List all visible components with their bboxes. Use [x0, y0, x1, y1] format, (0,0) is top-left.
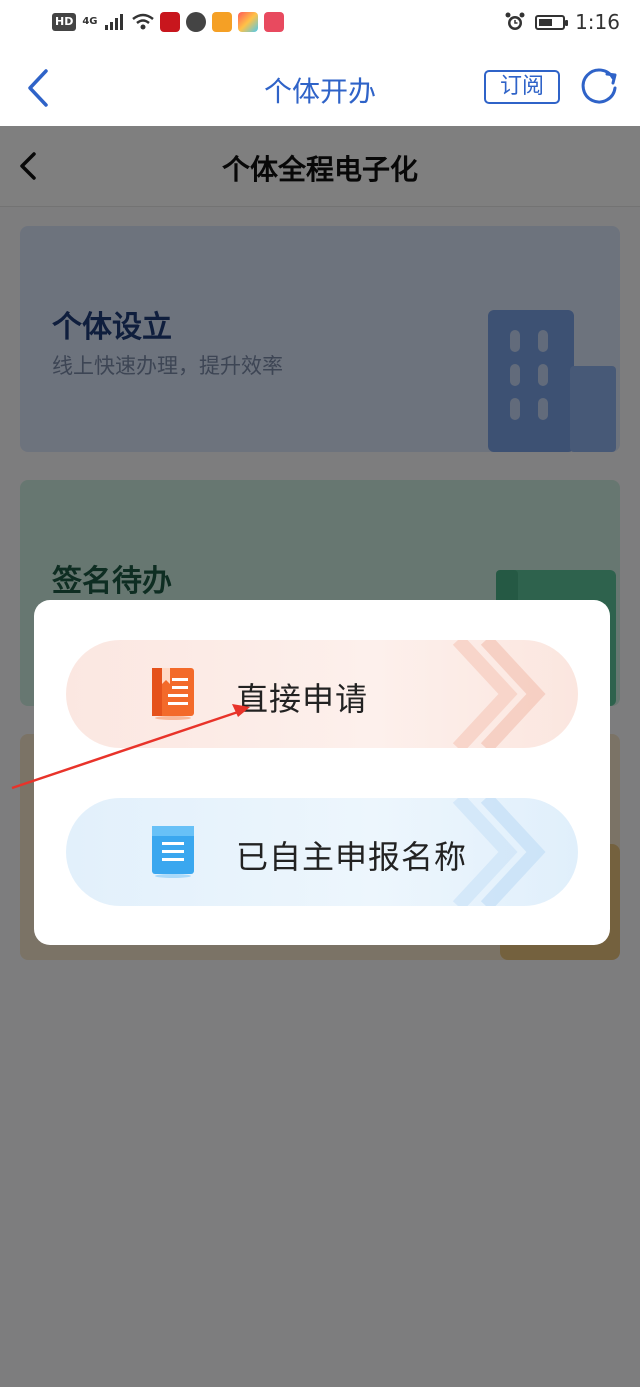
app-icon-grid [237, 12, 258, 32]
direct-apply-button[interactable]: 直接申请 [66, 640, 578, 748]
app-icon-book [263, 12, 284, 32]
app-icon-ball [185, 12, 206, 32]
battery-icon [535, 14, 569, 30]
status-bar: HD 4G 1:16 [0, 0, 640, 48]
document-blue-icon [152, 826, 194, 878]
alarm-icon [505, 12, 525, 30]
chevrons-decor-icon [452, 798, 546, 906]
network-type: 4G [82, 16, 98, 27]
refresh-icon[interactable] [580, 66, 620, 106]
app-bar: 个体开办 订阅 [0, 48, 640, 126]
clock: 1:16 [575, 10, 620, 34]
option-label: 已自主申报名称 [236, 838, 468, 876]
app-icon-red [159, 12, 180, 32]
document-orange-icon [152, 668, 194, 720]
chevrons-decor-icon [452, 640, 546, 748]
declared-name-button[interactable]: 已自主申报名称 [66, 798, 578, 906]
subscribe-button[interactable]: 订阅 [484, 70, 560, 104]
apply-options-dialog: 直接申请 已自主申报名称 [34, 600, 610, 945]
battery-level [539, 18, 553, 26]
hd-icon: HD [52, 13, 77, 31]
status-right: 1:16 [505, 10, 620, 34]
status-left-icons: HD 4G [52, 12, 284, 32]
signal-icon [104, 14, 123, 30]
wifi-icon [131, 13, 154, 30]
option-label: 直接申请 [236, 680, 369, 718]
app-icon-play [211, 12, 232, 32]
